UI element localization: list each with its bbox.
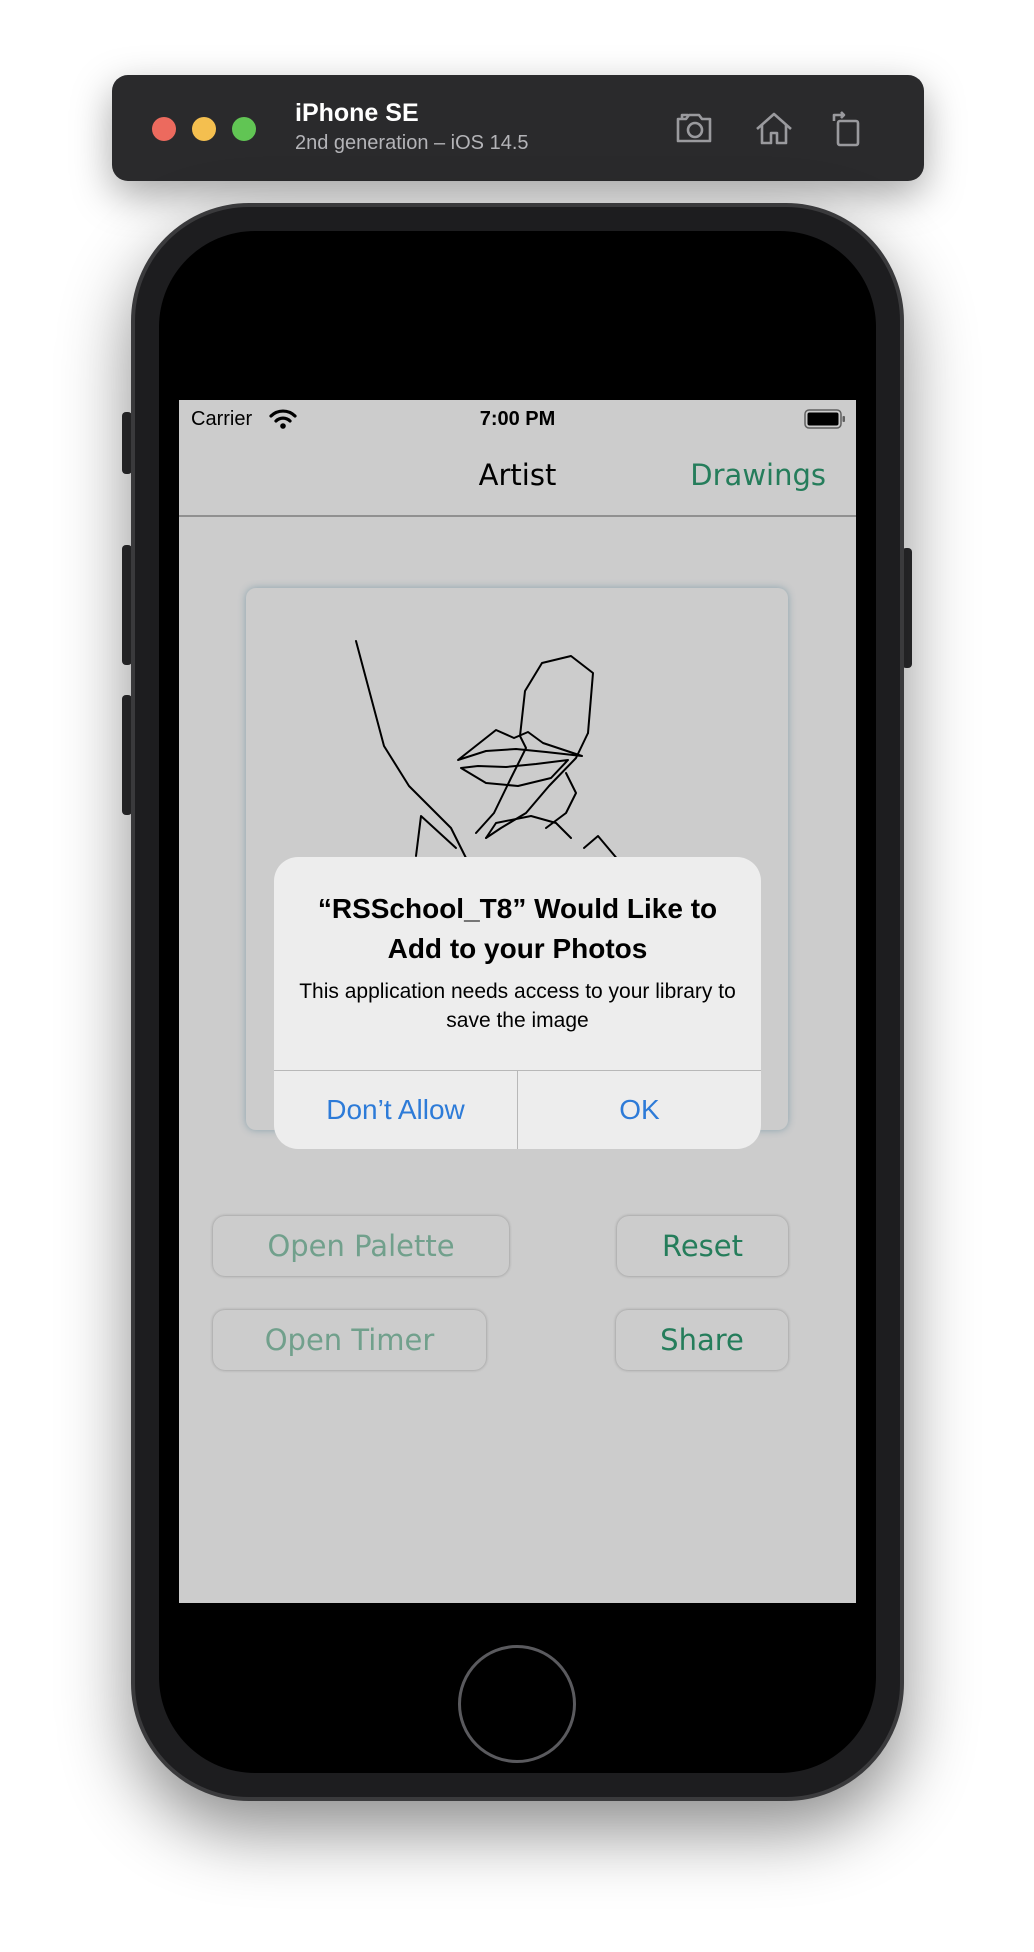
ok-button[interactable]: OK: [518, 1071, 761, 1149]
device-name: iPhone SE: [295, 99, 419, 127]
home-icon[interactable]: [750, 105, 798, 153]
simulator-title-bar: iPhone SE 2nd generation – iOS 14.5: [112, 75, 924, 181]
rotate-icon[interactable]: [824, 105, 872, 153]
dont-allow-button[interactable]: Don’t Allow: [274, 1071, 517, 1149]
alert-title: “RSSchool_T8” Would Like to Add to your …: [317, 893, 718, 964]
photos-permission-alert: “RSSchool_T8” Would Like to Add to your …: [274, 857, 761, 1149]
zoom-window-button[interactable]: [232, 117, 256, 141]
alert-message: This application needs access to your li…: [299, 980, 736, 1032]
close-window-button[interactable]: [152, 117, 176, 141]
home-button[interactable]: [458, 1645, 576, 1763]
device-screen: Carrier 7:00 PM Artist Drawings Open Pal…: [179, 400, 856, 1603]
minimize-window-button[interactable]: [192, 117, 216, 141]
screenshot-icon[interactable]: [672, 105, 720, 153]
device-detail: 2nd generation – iOS 14.5: [295, 132, 529, 154]
